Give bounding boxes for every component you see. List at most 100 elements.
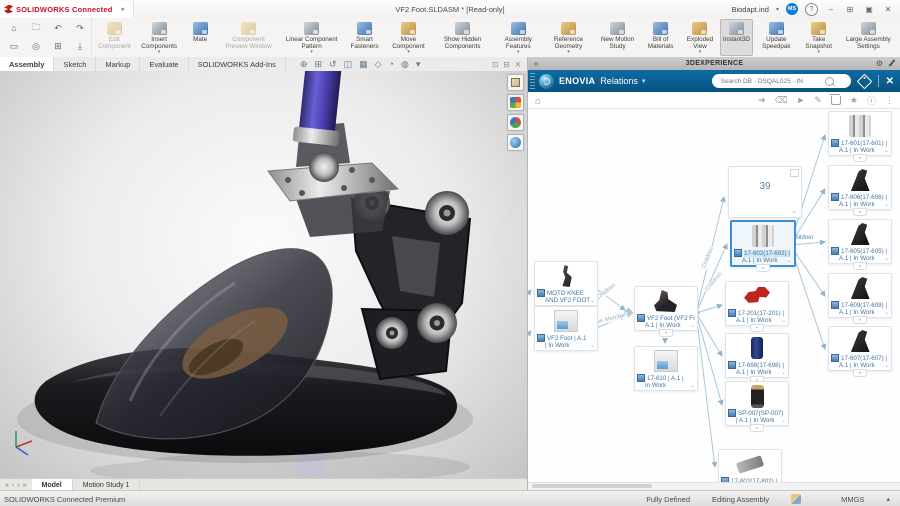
- tab-assembly[interactable]: Assembly: [0, 57, 54, 71]
- zoom-fit-icon[interactable]: ⊕: [300, 59, 308, 69]
- display-manager-icon[interactable]: [507, 114, 524, 131]
- previous-view-icon[interactable]: ↺: [329, 59, 337, 69]
- ribbon-button-new-motion-study[interactable]: New Motion Study: [595, 19, 640, 56]
- chevron-down-icon[interactable]: [690, 322, 695, 329]
- relations-graph-canvas[interactable]: Children Active Member Children Children…: [528, 109, 900, 482]
- search-box[interactable]: [712, 74, 851, 88]
- panel-close-icon[interactable]: [879, 76, 900, 87]
- graph-node-group-39[interactable]: 39: [728, 166, 802, 218]
- undo-icon[interactable]: ↶: [54, 23, 62, 34]
- graph-node-17-605[interactable]: 17-605(17-605) | A.1 | In Work: [828, 219, 892, 264]
- dropdown-caret-icon[interactable]: ▾: [310, 50, 313, 55]
- hud-caret-icon[interactable]: ▾: [416, 59, 421, 69]
- tab-evaluate[interactable]: Evaluate: [140, 57, 188, 71]
- dropdown-caret-icon[interactable]: ▾: [407, 50, 410, 55]
- dropdown-caret-icon[interactable]: ▾: [158, 50, 161, 55]
- view-dropdown-chevron-icon[interactable]: ▾: [642, 77, 646, 85]
- chevron-down-icon[interactable]: [590, 342, 595, 349]
- tab-sketch[interactable]: Sketch: [54, 57, 96, 71]
- status-units[interactable]: MMGS: [841, 495, 864, 504]
- tab-markup[interactable]: Markup: [96, 57, 140, 71]
- graph-node-17-610[interactable]: 17-610 | A.1 | In Work: [634, 346, 698, 391]
- info-icon[interactable]: ⓘ: [867, 94, 876, 107]
- expand-relations-icon[interactable]: ⌫: [775, 95, 788, 106]
- ribbon-button-smart-fasteners[interactable]: Smart Fasteners: [344, 19, 386, 56]
- view-grid-icon[interactable]: ⊞: [54, 41, 62, 52]
- chevron-down-icon[interactable]: [884, 309, 889, 316]
- section-view-icon[interactable]: ◫: [344, 59, 353, 69]
- expand-handle[interactable]: [750, 324, 764, 332]
- chevron-down-icon[interactable]: [884, 201, 889, 208]
- chevron-down-icon[interactable]: [884, 147, 889, 154]
- graph-node-17-802[interactable]: 17-802(17-802) | A.1 | In Work: [718, 449, 782, 482]
- status-units-caret-icon[interactable]: ▴: [886, 495, 890, 503]
- expand-handle[interactable]: [853, 369, 867, 377]
- graph-node-17-609[interactable]: 17-609(17-609) | A.1 | In Work: [828, 273, 892, 318]
- chevron-down-icon[interactable]: [781, 317, 786, 324]
- graph-node-17-607[interactable]: 17-607(17-607) | A.1 | In Work: [828, 326, 892, 371]
- expand-handle[interactable]: [756, 264, 770, 272]
- ribbon-button-linear-component-pattern[interactable]: Linear Component Pattern▾: [281, 19, 343, 56]
- dropdown-caret-icon[interactable]: ▾: [517, 50, 520, 55]
- graph-node-17-698[interactable]: 17-698(17-698) | A.1 | In Work: [725, 333, 789, 378]
- traffic-light-icon[interactable]: ◎: [32, 41, 40, 52]
- graph-node-vf2-foot[interactable]: VF2 Foot (VF2 Foot) A.1 | In Work: [634, 286, 698, 331]
- ribbon-button-exploded-view[interactable]: Exploded View▾: [681, 19, 719, 56]
- ribbon-button-large-assembly-settings[interactable]: Large Assembly Settings: [839, 19, 898, 56]
- ribbon-button-assembly-features[interactable]: Assembly Features▾: [495, 19, 542, 56]
- ribbon-button-component-preview-window[interactable]: Component Preview Window: [218, 19, 280, 56]
- panel-settings-gear-icon[interactable]: [876, 59, 883, 68]
- expand-handle[interactable]: [853, 208, 867, 216]
- open-icon[interactable]: 🗀: [31, 20, 40, 36]
- ribbon-button-show-hidden-components[interactable]: Show Hidden Components: [432, 19, 494, 56]
- chevron-down-icon[interactable]: [781, 417, 786, 424]
- doc-restore-icon[interactable]: ⊡: [492, 60, 498, 69]
- chevron-down-icon[interactable]: [884, 255, 889, 262]
- graph-node-moto-knee[interactable]: MOTO KNEE AND VF2 FOOT…: [534, 261, 598, 306]
- expand-handle[interactable]: [853, 316, 867, 324]
- chevron-down-icon[interactable]: [781, 369, 786, 376]
- scrollbar-thumb[interactable]: [532, 484, 652, 488]
- app-menu-arrow-icon[interactable]: ▸: [122, 5, 126, 13]
- zoom-area-icon[interactable]: ⊞: [314, 59, 322, 69]
- ribbon-button-edit-component[interactable]: Edit Component: [94, 19, 135, 56]
- chevron-down-icon[interactable]: [884, 362, 889, 369]
- expand-handle[interactable]: [659, 329, 673, 337]
- delete-trash-icon[interactable]: [831, 96, 841, 105]
- help-button[interactable]: ?: [805, 3, 818, 16]
- graph-node-vf2-foot-rep[interactable]: VF2 Foot | A.1 | In Work: [534, 306, 598, 351]
- expand-handle[interactable]: [750, 424, 764, 432]
- view-orientation-icon[interactable]: ◍: [401, 59, 409, 69]
- graph-node-17-602-selected[interactable]: 17-602(17-602) | A.1 | In Work: [730, 220, 796, 267]
- graph-node-17-601[interactable]: 17-601(17-601) | A.1 | In Work: [828, 111, 892, 156]
- chevron-down-icon[interactable]: [590, 297, 595, 304]
- new-document-icon[interactable]: ▭: [10, 41, 19, 52]
- home-icon[interactable]: ⌂: [11, 23, 16, 33]
- hide-show-icon[interactable]: ◇: [375, 59, 382, 69]
- search-icon[interactable]: [825, 77, 834, 86]
- search-input[interactable]: [719, 77, 823, 86]
- graph-node-17-201[interactable]: 17-201(17-201) | A.1 | In Work: [725, 281, 789, 326]
- edit-pencil-icon[interactable]: ✎: [814, 95, 822, 106]
- app-logo-tab[interactable]: SOLIDWORKS Connected ▸: [0, 1, 134, 18]
- graph-node-sp-007[interactable]: SP-007(SP-007) | A.1 | In Work: [725, 381, 789, 426]
- minimize-button[interactable]: [825, 5, 837, 14]
- graph-node-17-606[interactable]: 17-606(17-606) | A.1 | In Work: [828, 165, 892, 210]
- 3d-content-world-icon[interactable]: [507, 134, 524, 151]
- chevron-down-icon[interactable]: [690, 382, 695, 389]
- redo-icon[interactable]: ↷: [76, 23, 84, 34]
- expand-handle[interactable]: [853, 154, 867, 162]
- ribbon-button-mate[interactable]: Mate: [184, 19, 217, 56]
- drag-grip-icon[interactable]: [530, 73, 535, 89]
- panel-horizontal-scrollbar[interactable]: [528, 482, 900, 490]
- graphics-viewport[interactable]: [0, 71, 527, 478]
- chevron-down-icon[interactable]: [791, 207, 797, 215]
- tab-solidworks-add-ins[interactable]: SOLIDWORKS Add-Ins: [189, 57, 286, 71]
- dropdown-caret-icon[interactable]: ▾: [699, 50, 702, 55]
- tag-icon[interactable]: [856, 73, 872, 89]
- navigate-icon[interactable]: ➔: [758, 95, 766, 106]
- ribbon-button-instant3d[interactable]: Instant3D: [720, 19, 753, 56]
- display-style-icon[interactable]: ▦: [359, 59, 368, 69]
- tile-windows-button[interactable]: [844, 5, 856, 14]
- chevron-down-icon[interactable]: [787, 257, 792, 264]
